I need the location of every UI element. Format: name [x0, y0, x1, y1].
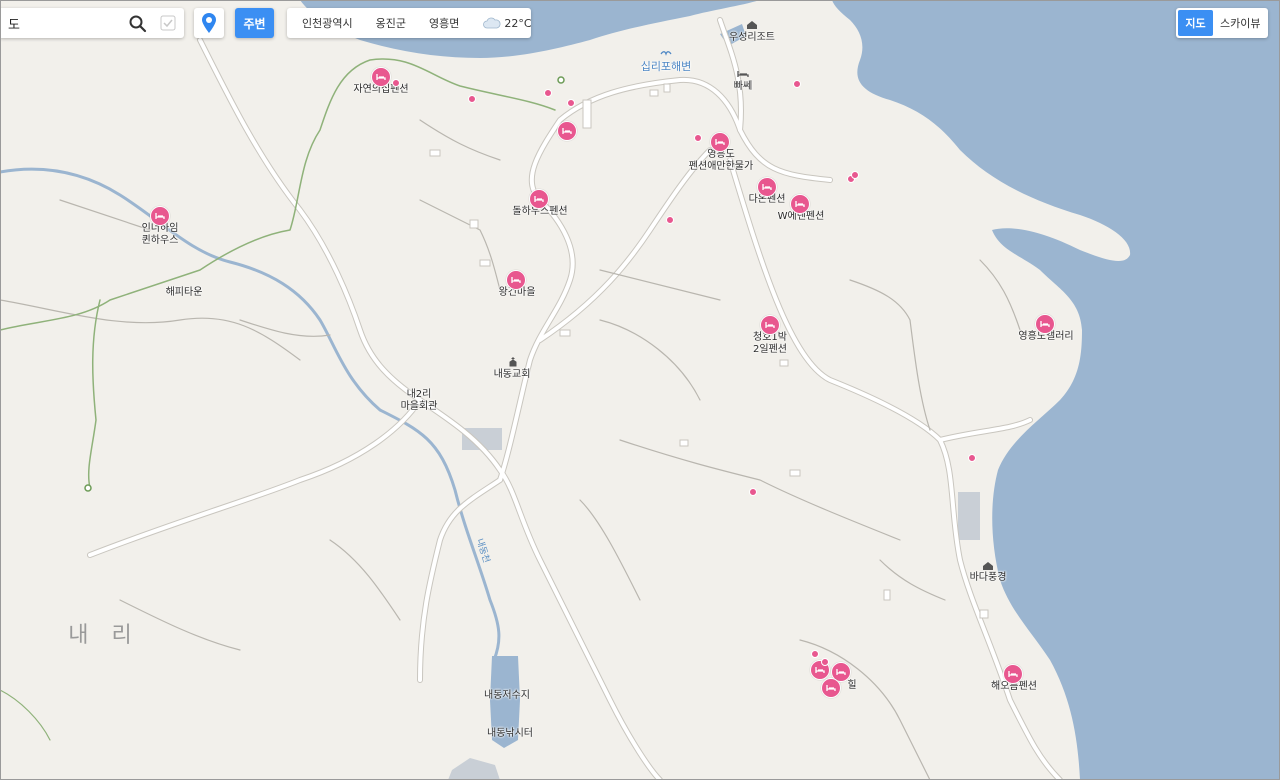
resort-icon [747, 21, 757, 29]
poi-dot[interactable] [694, 134, 702, 142]
poi-dot[interactable] [851, 171, 859, 179]
poi-dot[interactable] [567, 99, 575, 107]
bed-icon [826, 685, 836, 691]
nearby-button[interactable]: 주변 [235, 8, 274, 38]
bed-icon [795, 201, 805, 207]
bed-icon [1008, 671, 1018, 677]
label-hill-fragment[interactable]: 힐 [847, 680, 856, 692]
bed-icon [815, 667, 825, 673]
poi-dot[interactable] [821, 658, 829, 666]
poi-dot[interactable] [468, 95, 476, 103]
bed-icon [762, 184, 772, 190]
lodging-pin[interactable] [757, 177, 777, 197]
label-cheongho[interactable]: 청호1박 2일펜션 [753, 332, 787, 356]
bed-icon [534, 196, 544, 202]
label-yeongheungdo-pension[interactable]: 영흥도 펜션애만한물가 [689, 149, 753, 173]
beach-icon [660, 51, 672, 56]
map-type-skyview-button[interactable]: 스카이뷰 [1220, 15, 1260, 31]
parking-lot-2 [958, 492, 980, 540]
label-naedong-reservoir[interactable]: 내동저수지 [484, 690, 530, 702]
trail-marker-icon [84, 484, 92, 492]
breadcrumb-item-town[interactable]: 영흥면 [414, 15, 459, 31]
search-box [0, 8, 184, 38]
label-bada-punggyeong[interactable]: 바다풍경 [970, 572, 1007, 584]
label-naedong-fishing[interactable]: 내동낚시터 [487, 728, 533, 740]
church-icon [509, 357, 517, 367]
location-pin-button[interactable] [194, 8, 224, 38]
label-naedong-church[interactable]: 내동교회 [494, 369, 531, 381]
lodging-pin[interactable] [821, 678, 841, 698]
bed-icon [155, 213, 165, 219]
breadcrumb-item-county[interactable]: 옹진군 [361, 15, 406, 31]
bed-icon [836, 669, 846, 675]
lodging-pin[interactable] [790, 194, 810, 214]
label-nae2ri-hall[interactable]: 내2리 마을회관 [401, 389, 438, 413]
lodging-pin[interactable] [557, 121, 577, 141]
map-type-map-button[interactable]: 지도 [1178, 10, 1213, 36]
checkbox-icon[interactable] [160, 15, 176, 31]
bed-icon [765, 322, 775, 328]
poi-dot[interactable] [749, 488, 757, 496]
poi-dot[interactable] [811, 650, 819, 658]
lodging-pin[interactable] [506, 270, 526, 290]
cloud-icon [483, 17, 501, 29]
bed-icon [737, 71, 749, 77]
lodging-pin[interactable] [710, 132, 730, 152]
lodging-pin[interactable] [1035, 314, 1055, 334]
lodging-pin[interactable] [150, 206, 170, 226]
label-siripo-beach[interactable]: 십리포해변 [641, 61, 692, 73]
bed-icon [715, 139, 725, 145]
label-inn-queenhouse[interactable]: 인너하임 퀸하우스 [142, 223, 179, 247]
label-useong-resort[interactable]: 우성리조트 [729, 32, 775, 44]
bed-icon [562, 128, 572, 134]
label-bbase[interactable]: 빠쎄 [734, 81, 752, 93]
trail-marker-icon [557, 76, 565, 84]
lodging-pin[interactable] [1003, 664, 1023, 684]
lodging-pin[interactable] [529, 189, 549, 209]
poi-dot[interactable] [666, 216, 674, 224]
bed-icon [1040, 321, 1050, 327]
breadcrumb-item-city[interactable]: 인천광역시 [287, 15, 353, 31]
label-happytown[interactable]: 해피타운 [166, 287, 203, 299]
breadcrumb: 인천광역시 옹진군 영흥면 22°C [287, 8, 532, 38]
map-canvas[interactable] [0, 0, 1280, 780]
lodging-pin[interactable] [371, 67, 391, 87]
poi-dot[interactable] [544, 89, 552, 97]
map-type-switch: 지도 스카이뷰 [1176, 8, 1268, 38]
search-icon[interactable] [128, 14, 148, 34]
bed-icon [511, 277, 521, 283]
bed-icon [376, 74, 386, 80]
poi-dot[interactable] [968, 454, 976, 462]
weather-widget[interactable]: 22°C [473, 16, 532, 30]
location-pin-icon [202, 13, 216, 33]
search-input[interactable] [6, 14, 130, 32]
weather-temperature: 22°C [504, 16, 532, 30]
poi-dot[interactable] [793, 80, 801, 88]
pension-house-icon [983, 562, 993, 570]
poi-dot[interactable] [392, 79, 400, 87]
lodging-pin[interactable] [760, 315, 780, 335]
area-label-naeri: 내 리 [68, 623, 140, 648]
